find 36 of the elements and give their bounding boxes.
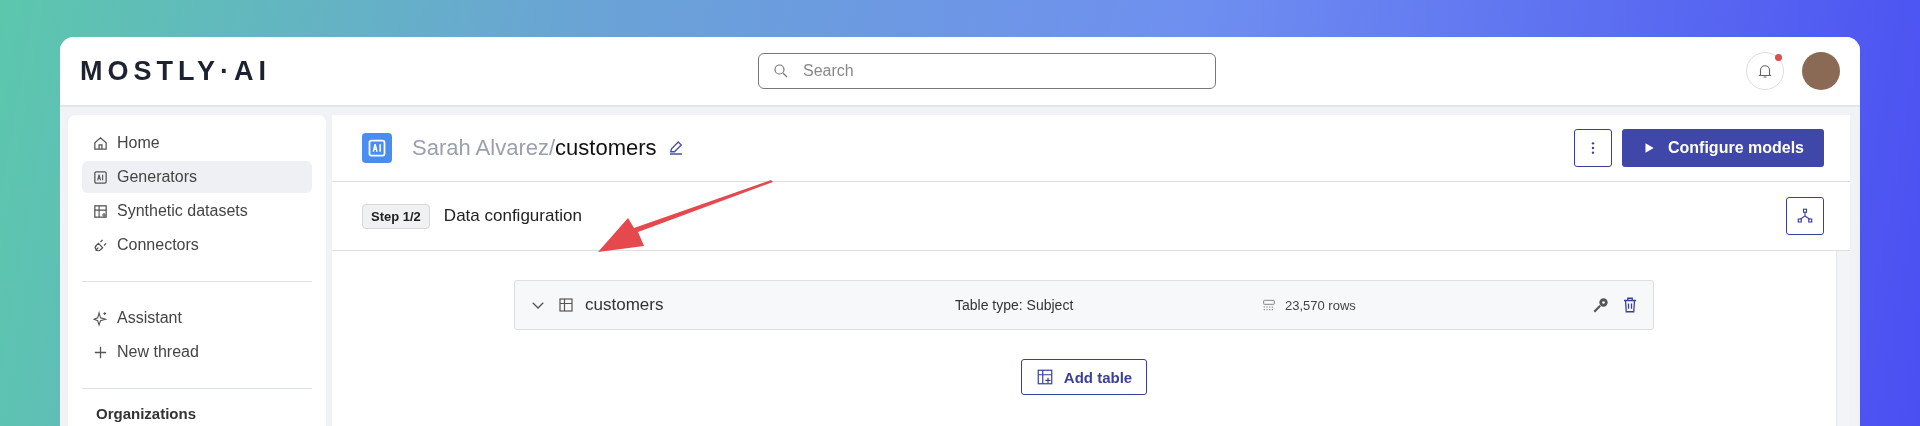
rows-icon <box>1261 297 1277 313</box>
sidebar-item[interactable]: Generators <box>82 161 312 193</box>
chip-icon <box>92 168 109 186</box>
section-heading: Organizations <box>95 405 197 422</box>
sidebar-item[interactable]: New thread <box>82 336 312 368</box>
avatar[interactable] <box>1802 52 1840 90</box>
table-type: Table type: Subject <box>955 297 1075 313</box>
sidebar-item[interactable]: Assistant <box>82 302 312 334</box>
sidebar-item[interactable]: Synthetic datasets <box>82 195 312 227</box>
generator-name: customers <box>555 135 657 160</box>
search-icon <box>772 62 790 80</box>
row-count: 23,570 rows <box>1285 297 1356 313</box>
table-icon <box>557 296 575 314</box>
add-table-button[interactable]: Add table <box>1020 359 1148 395</box>
key-icon <box>1591 295 1611 315</box>
home-icon <box>92 134 109 152</box>
sparkle-icon <box>92 309 109 327</box>
table-name: customers <box>585 295 665 315</box>
more-button[interactable] <box>1574 129 1612 167</box>
sidebar-item[interactable]: Connectors <box>82 229 312 261</box>
step-title: Data configuration <box>443 206 582 226</box>
configure-models-button[interactable]: Configure models <box>1622 129 1824 167</box>
bell-icon <box>1756 62 1774 80</box>
owner-name: Sarah Alvarez/ <box>412 135 556 160</box>
delete-button[interactable] <box>1621 296 1639 314</box>
diagram-icon <box>1796 207 1814 225</box>
search-field[interactable]: Search <box>758 53 1216 89</box>
step-badge: Step 1/2 <box>362 203 430 229</box>
sidebar-item[interactable]: Home <box>82 127 312 159</box>
chip-icon <box>362 133 392 163</box>
diagram-button[interactable] <box>1786 197 1824 235</box>
key-button[interactable] <box>1591 295 1611 315</box>
logo: MOSTLY·AI <box>80 55 272 87</box>
trash-icon <box>1621 296 1639 314</box>
add-table-icon <box>1035 368 1054 386</box>
table-icon <box>92 202 109 220</box>
